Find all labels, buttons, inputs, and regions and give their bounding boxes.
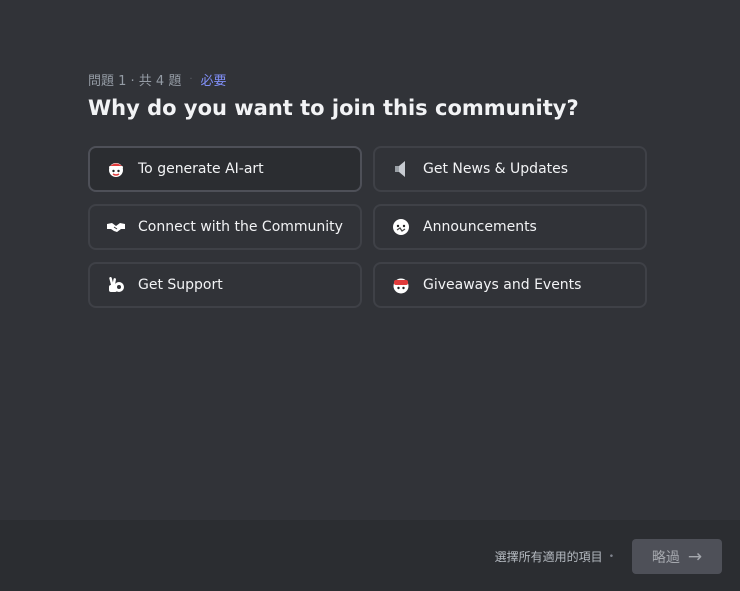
option-label: Announcements bbox=[423, 219, 537, 235]
speaker-icon bbox=[391, 159, 411, 179]
select-all-hint: 選擇所有適用的項目 • bbox=[495, 548, 614, 565]
footer-bar: 選擇所有適用的項目 • 略過 → bbox=[0, 520, 740, 591]
santa-bot-emoji-icon bbox=[106, 159, 126, 179]
option-label: Get Support bbox=[138, 277, 223, 293]
announcement-bot-emoji-icon bbox=[391, 217, 411, 237]
option-news-updates[interactable]: Get News & Updates bbox=[373, 146, 647, 192]
hint-dot: • bbox=[608, 551, 614, 562]
option-generate-ai-art[interactable]: To generate AI-art bbox=[88, 146, 362, 192]
ok-hand-icon bbox=[106, 275, 126, 295]
skip-label: 略過 bbox=[651, 549, 680, 566]
option-announcements[interactable]: Announcements bbox=[373, 204, 647, 250]
handshake-icon bbox=[106, 217, 126, 237]
option-label: Get News & Updates bbox=[423, 161, 569, 177]
required-label: 必要 bbox=[200, 74, 227, 89]
arrow-right-icon: → bbox=[687, 546, 703, 567]
option-label: Connect with the Community bbox=[138, 219, 343, 235]
progress-separator: · bbox=[189, 74, 193, 85]
onboarding-question-panel: 問題 1 · 共 4 題 · 必要 Why do you want to joi… bbox=[0, 0, 740, 520]
progress-text: 問題 1 · 共 4 題 bbox=[88, 74, 182, 89]
option-label: To generate AI-art bbox=[138, 161, 264, 177]
hint-text: 選擇所有適用的項目 bbox=[494, 550, 603, 564]
question-progress: 問題 1 · 共 4 題 · 必要 bbox=[88, 70, 227, 89]
party-bot-emoji-icon bbox=[391, 275, 411, 295]
option-connect-community[interactable]: Connect with the Community bbox=[88, 204, 362, 250]
skip-button[interactable]: 略過 → bbox=[632, 539, 722, 574]
option-label: Giveaways and Events bbox=[423, 277, 582, 293]
answer-options: To generate AI-art Get News & Updates Co… bbox=[88, 146, 647, 308]
question-title: Why do you want to join this community? bbox=[88, 96, 579, 120]
option-get-support[interactable]: Get Support bbox=[88, 262, 362, 308]
option-giveaways-events[interactable]: Giveaways and Events bbox=[373, 262, 647, 308]
